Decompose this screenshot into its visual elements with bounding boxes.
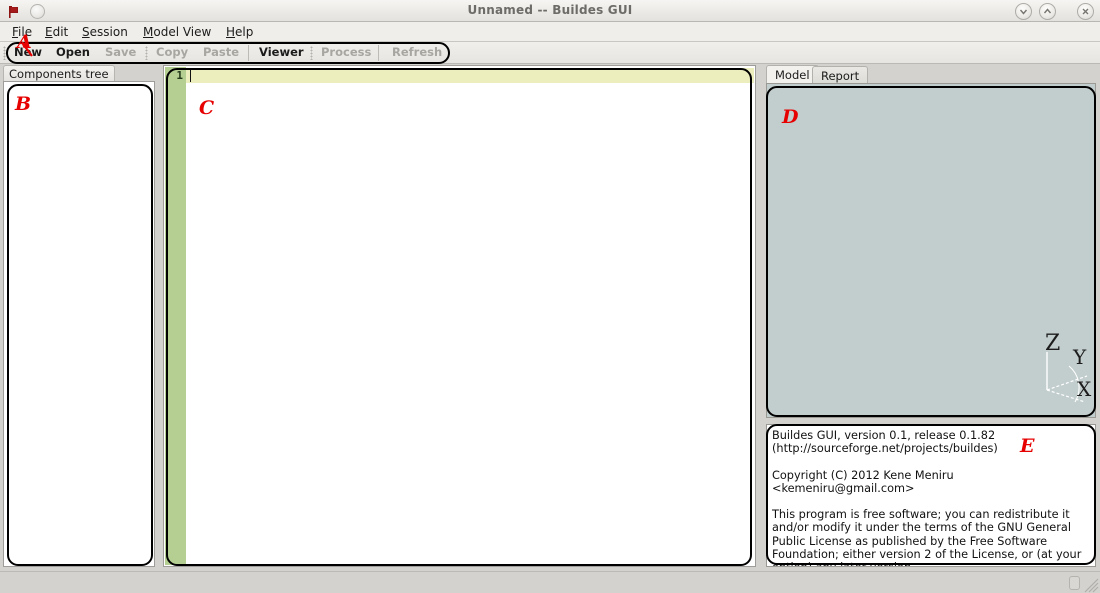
toolbar-process-button: Process: [321, 45, 372, 59]
maximize-button[interactable]: [1038, 3, 1056, 20]
toolbar: New Open Save Copy Paste Viewer Process …: [0, 42, 1100, 64]
menu-model-view[interactable]: Model View: [139, 24, 215, 40]
toolbar-copy-button: Copy: [156, 45, 189, 59]
statusbar: [0, 571, 1100, 593]
workarea: Components tree 1 Model Report Z Y X Bui…: [0, 64, 1100, 571]
toolbar-new-button[interactable]: New: [14, 45, 42, 59]
minimize-button[interactable]: [1014, 3, 1032, 20]
toolbar-viewer-button[interactable]: Viewer: [259, 45, 304, 59]
svg-text:Z: Z: [1045, 332, 1060, 356]
toolbar-paste-button: Paste: [203, 45, 240, 59]
window-title: Unnamed -- Buildes GUI: [467, 3, 633, 17]
menu-session[interactable]: Session: [78, 24, 132, 40]
svg-text:X: X: [1077, 377, 1092, 401]
tab-components-tree[interactable]: Components tree: [3, 65, 115, 81]
about-report-panel[interactable]: Buildes GUI, version 0.1, release 0.1.82…: [766, 424, 1096, 567]
about-report-text: Buildes GUI, version 0.1, release 0.1.82…: [772, 429, 1082, 566]
application-window: Unnamed -- Buildes GUI File Edit Session…: [0, 0, 1100, 593]
toolbar-refresh-button: Refresh: [392, 45, 443, 59]
editor-text-area[interactable]: [186, 67, 754, 565]
toolbar-open-button[interactable]: Open: [56, 45, 90, 59]
menu-file[interactable]: File: [8, 24, 36, 40]
toolbar-separator-1: [248, 45, 249, 61]
tab-model[interactable]: Model: [766, 65, 819, 83]
editor-caret: [190, 69, 191, 82]
svg-text:Y: Y: [1072, 345, 1087, 369]
menu-edit[interactable]: Edit: [41, 24, 72, 40]
menubar: File Edit Session Model View Help: [0, 22, 1100, 42]
tab-report[interactable]: Report: [812, 66, 869, 83]
status-indicator-icon: [1069, 576, 1080, 590]
titlebar: Unnamed -- Buildes GUI: [0, 0, 1100, 22]
window-controls: [1013, 3, 1094, 20]
toolbar-grip[interactable]: [3, 46, 6, 60]
axis-orientation-gizmo: Z Y X: [1025, 331, 1095, 417]
toolbar-save-button: Save: [105, 45, 137, 59]
left-tabstrip: Components tree: [3, 65, 155, 81]
toolbar-separator-2: [378, 45, 379, 61]
menu-help[interactable]: Help: [222, 24, 257, 40]
components-tree-panel[interactable]: [3, 81, 155, 567]
editor-gutter: 1: [165, 67, 186, 565]
toolbar-handle-2[interactable]: [310, 46, 313, 60]
close-button[interactable]: [1077, 3, 1094, 20]
resize-grip[interactable]: [1083, 577, 1099, 593]
editor-current-line-highlight: [186, 68, 754, 83]
editor-line-number: 1: [176, 69, 183, 82]
code-editor[interactable]: 1: [163, 65, 756, 567]
model-viewport[interactable]: Z Y X: [766, 83, 1096, 418]
toolbar-handle-1[interactable]: [145, 46, 148, 60]
